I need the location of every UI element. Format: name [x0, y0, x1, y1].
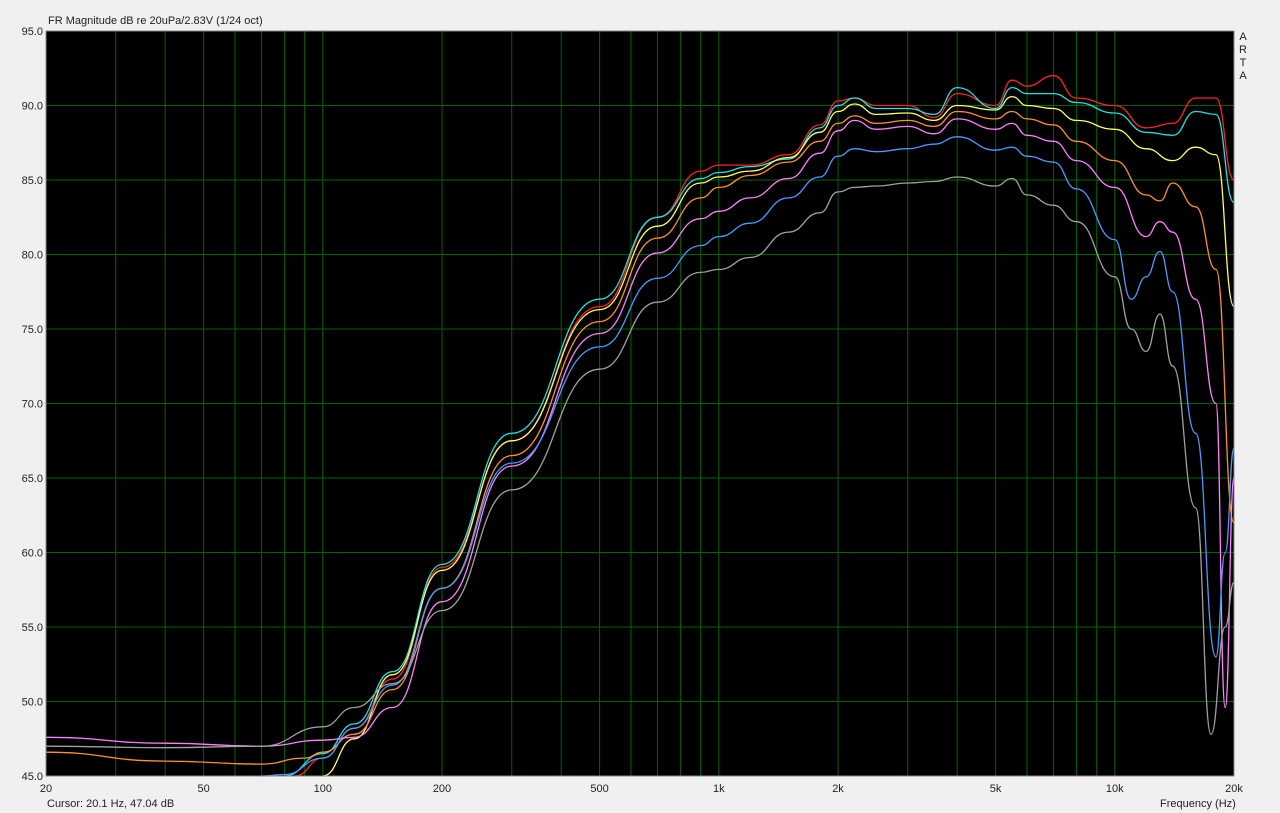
x-tick-label: 20k: [1225, 783, 1243, 795]
y-tick-label: 80.0: [22, 250, 43, 262]
x-tick-label: 2k: [832, 783, 844, 795]
x-tick-label: 500: [590, 783, 608, 795]
x-tick-label: 5k: [990, 783, 1002, 795]
y-tick-label: 65.0: [22, 473, 43, 485]
cursor-readout: Cursor: 20.1 Hz, 47.04 dB: [47, 798, 175, 810]
y-tick-label: 85.0: [22, 175, 43, 187]
y-tick-label: 60.0: [22, 548, 43, 560]
x-axis-label: Frequency (Hz): [1160, 798, 1236, 810]
x-tick-label: 100: [314, 783, 332, 795]
x-tick-label: 200: [433, 783, 451, 795]
y-tick-label: 45.0: [22, 771, 43, 783]
y-tick-label: 50.0: [22, 697, 43, 709]
y-tick-label: 70.0: [22, 399, 43, 411]
x-tick-label: 1k: [713, 783, 725, 795]
frequency-response-plot[interactable]: 45.0 50.0 55.0 60.0 65.0 70.0 75.0 80.0 85.0 90.0…: [0, 0, 1280, 813]
x-tick-label: 50: [197, 783, 209, 795]
x-tick-label: 10k: [1106, 783, 1124, 795]
y-tick-label: 75.0: [22, 324, 43, 336]
x-tick-label: 20: [40, 783, 52, 795]
y-tick-label: 55.0: [22, 622, 43, 634]
y-tick-label: 95.0: [22, 26, 43, 38]
y-tick-label: 90.0: [22, 101, 43, 113]
